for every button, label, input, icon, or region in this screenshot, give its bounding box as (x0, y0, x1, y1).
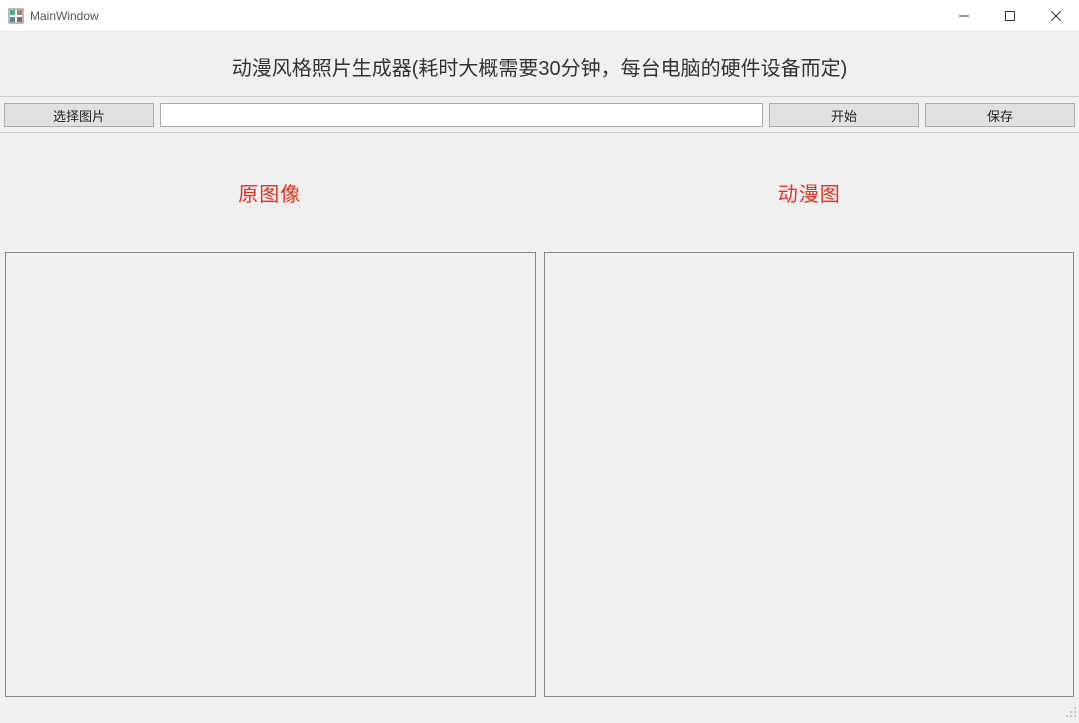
anime-label: 动漫图 (540, 178, 1079, 207)
resize-grip-icon[interactable] (1063, 704, 1077, 718)
image-labels-row: 原图像 动漫图 (0, 178, 1079, 207)
start-button[interactable]: 开始 (769, 103, 919, 127)
image-path-input[interactable] (160, 103, 763, 127)
maximize-button[interactable] (987, 0, 1033, 32)
select-image-button[interactable]: 选择图片 (4, 103, 154, 127)
window-title: MainWindow (30, 9, 99, 23)
window-controls (941, 0, 1079, 31)
close-button[interactable] (1033, 0, 1079, 32)
minimize-button[interactable] (941, 0, 987, 32)
app-icon (8, 8, 24, 24)
main-content: 动漫风格照片生成器(耗时大概需要30分钟，每台电脑的硬件设备而定) 选择图片 开… (0, 32, 1079, 720)
original-label: 原图像 (0, 178, 540, 207)
window-title-bar: MainWindow (0, 0, 1079, 32)
page-headline: 动漫风格照片生成器(耗时大概需要30分钟，每台电脑的硬件设备而定) (0, 52, 1079, 97)
anime-image-panel (544, 252, 1075, 697)
save-button[interactable]: 保存 (925, 103, 1075, 127)
image-panels (0, 252, 1079, 697)
original-image-panel (5, 252, 536, 697)
toolbar: 选择图片 开始 保存 (0, 98, 1079, 133)
